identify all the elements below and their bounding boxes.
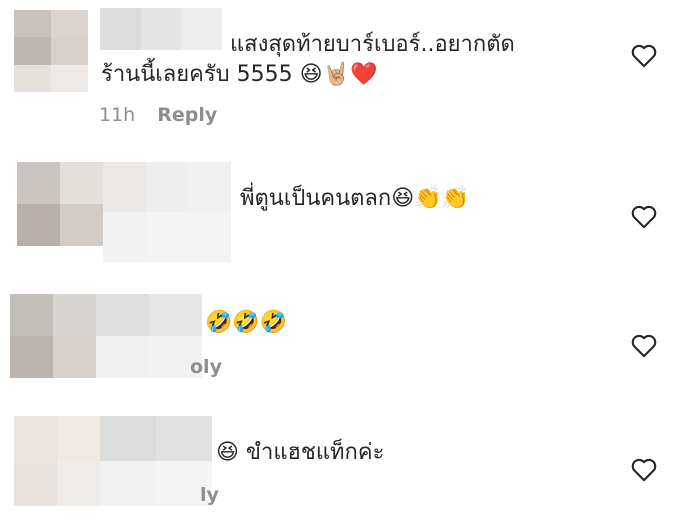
like-button[interactable] bbox=[630, 456, 658, 482]
blurred-avatar bbox=[10, 294, 96, 378]
blurred-avatar bbox=[14, 10, 88, 92]
comment-text-continued: ร้านนี้เลยครับ 5555 😆🤘🏼❤️ bbox=[101, 62, 378, 87]
heart-outline-icon bbox=[631, 334, 657, 358]
blurred-username bbox=[100, 8, 222, 50]
comment-text: 🤣🤣🤣 bbox=[205, 310, 288, 335]
blurred-username bbox=[100, 416, 212, 506]
comment-meta: 11h Reply bbox=[99, 104, 217, 126]
like-button[interactable] bbox=[630, 42, 658, 68]
blurred-username bbox=[103, 162, 231, 262]
comment-text: แสงสุดท้ายบาร์เบอร์..อยากตัด bbox=[230, 32, 515, 57]
comment-text: 😆 ขำแฮชแท็กค่ะ bbox=[216, 440, 385, 465]
reply-button-partial[interactable]: ly bbox=[200, 484, 219, 506]
heart-outline-icon bbox=[631, 205, 657, 229]
heart-outline-icon bbox=[631, 458, 657, 482]
blurred-avatar bbox=[14, 416, 100, 506]
like-button[interactable] bbox=[630, 332, 658, 358]
heart-outline-icon bbox=[631, 44, 657, 68]
comment-timestamp: 11h bbox=[99, 104, 136, 126]
blurred-avatar bbox=[17, 162, 103, 246]
reply-button-partial[interactable]: oly bbox=[190, 356, 222, 378]
blurred-username bbox=[96, 294, 202, 378]
like-button[interactable] bbox=[630, 203, 658, 229]
comment-text: พี่ตูนเป็นคนตลก😆👏👏 bbox=[240, 186, 469, 211]
reply-button[interactable]: Reply bbox=[157, 104, 217, 126]
